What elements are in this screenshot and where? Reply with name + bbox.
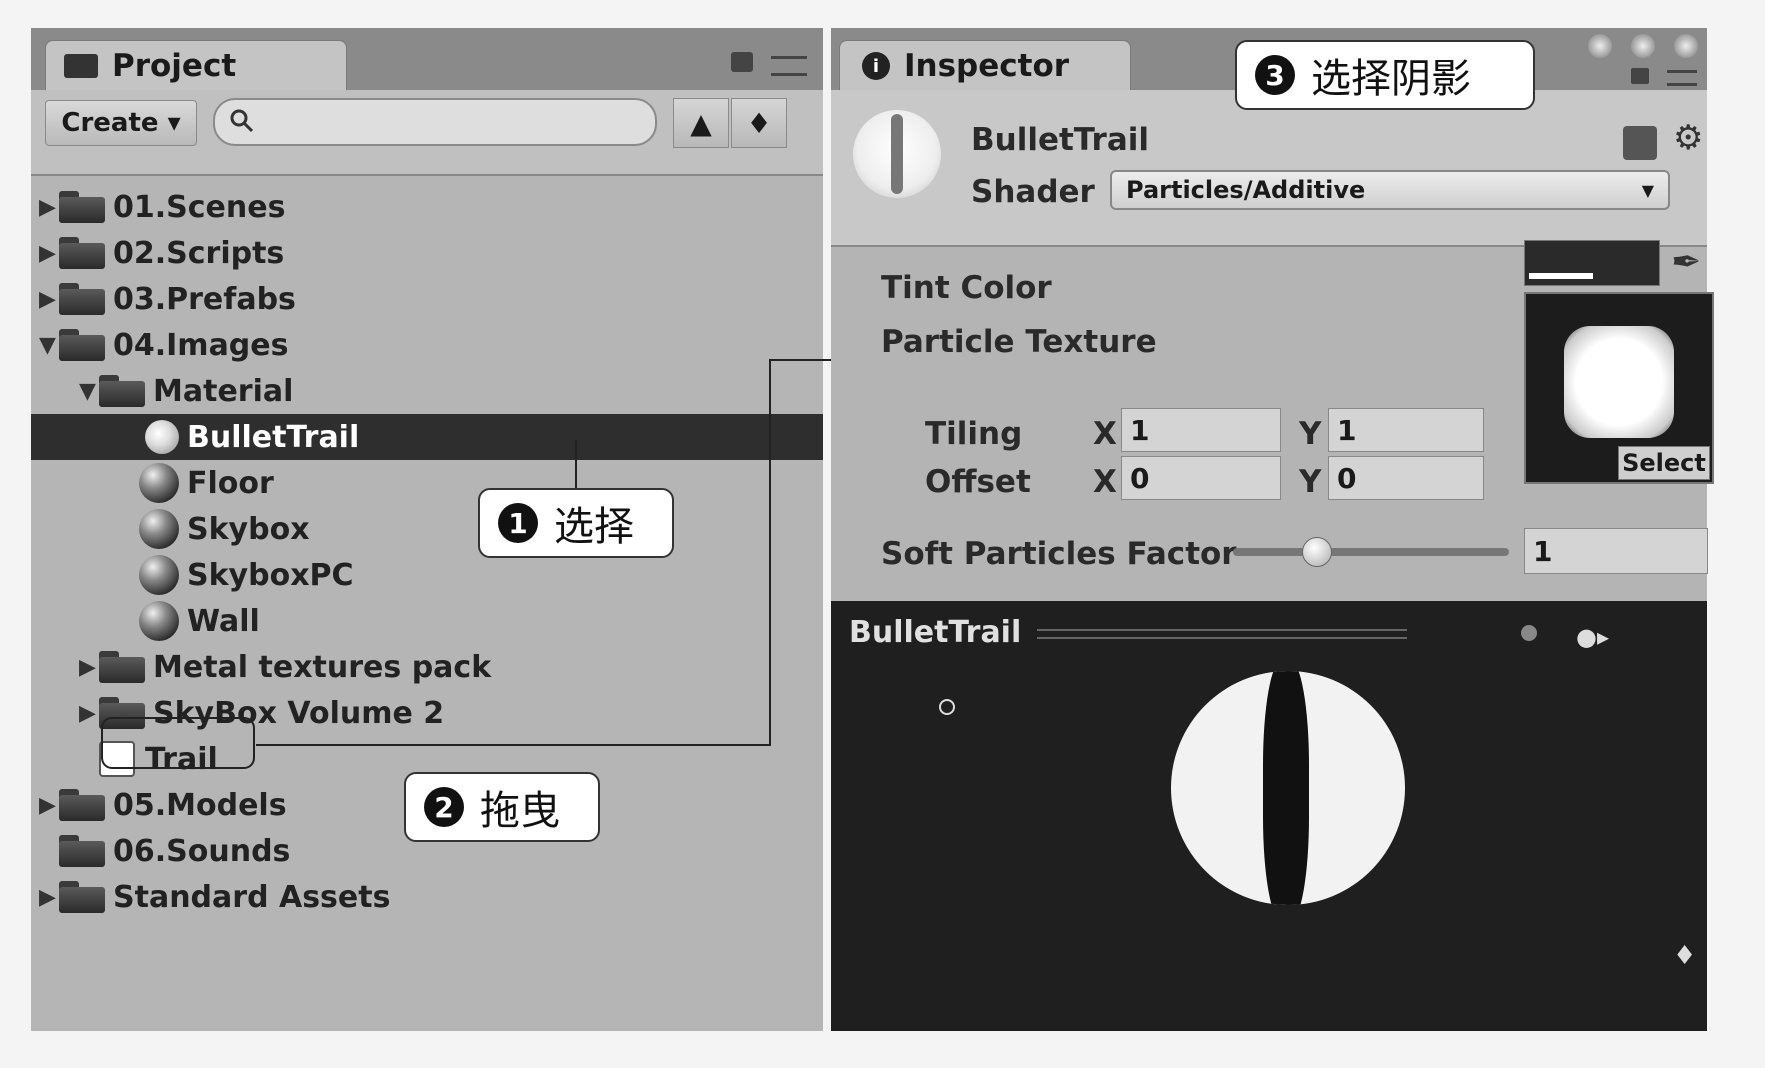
shader-label: Shader [971,174,1095,210]
preview-light-icon[interactable]: ●▸ [1576,623,1609,651]
preview-sphere-icon[interactable] [1521,625,1537,641]
help-book-icon[interactable] [1623,126,1657,160]
tiling-x-input[interactable]: 1 [1121,408,1281,452]
window-button-icon[interactable] [1631,34,1655,58]
tint-color-label: Tint Color [881,270,1052,306]
step2-callout: 2 拖曳 [404,772,600,842]
eyedropper-icon[interactable]: ✒ [1671,242,1701,283]
material-preview-area: BulletTrail ●▸ ♦ [831,601,1707,1031]
offset-x-input[interactable]: 0 [1121,456,1281,500]
tiling-y-label: Y [1299,416,1322,452]
step3-text: 选择阴影 [1311,56,1471,102]
soft-particles-slider[interactable] [1233,537,1509,567]
step3-callout: 3 选择阴影 [1235,40,1535,110]
offset-y-label: Y [1299,464,1322,500]
soft-particles-label: Soft Particles Factor [881,536,1237,572]
lock-icon[interactable] [1631,68,1649,84]
offset-x-label: X [1093,464,1117,500]
tiling-y-input[interactable]: 1 [1328,408,1484,452]
material-name: BulletTrail [971,122,1149,158]
chevron-down-icon: ▼ [1641,180,1654,200]
tiling-label: Tiling [925,416,1023,452]
gear-icon[interactable]: ⚙ [1673,118,1703,158]
step1-number: 1 [498,503,538,543]
step2-number: 2 [424,787,464,827]
shader-dropdown[interactable]: Particles/Additive ▼ [1110,170,1670,210]
panel-menu-icon[interactable] [1667,70,1697,86]
particle-texture-slot[interactable]: Select [1524,292,1714,484]
offset-y-input[interactable]: 0 [1328,456,1484,500]
tab-inspector-label: Inspector [904,48,1070,84]
offset-label: Offset [925,464,1031,500]
window-button-icon[interactable] [1588,34,1612,58]
info-icon: i [862,52,890,80]
preview-sphere [1171,671,1405,905]
inspector-panel: i Inspector BulletTrail Shader Particles… [831,28,1714,1031]
slider-thumb[interactable] [1301,537,1332,567]
particle-texture-label: Particle Texture [881,324,1157,360]
shader-value: Particles/Additive [1126,176,1366,204]
tint-color-swatch[interactable] [1524,240,1660,286]
tag-icon[interactable]: ♦ [1673,941,1696,971]
tiling-x-label: X [1093,416,1117,452]
step2-text: 拖曳 [480,788,560,834]
point-marker-icon [939,699,955,715]
tab-inspector[interactable]: i Inspector [839,40,1131,91]
material-header: BulletTrail Shader Particles/Additive ▼ … [831,90,1707,247]
window-button-icon[interactable] [1674,34,1698,58]
soft-particles-input[interactable]: 1 [1524,528,1708,574]
material-preview-thumbnail [853,110,941,198]
preview-drag-bar[interactable] [1037,629,1407,639]
step1-callout: 1 选择 [478,488,674,558]
preview-title: BulletTrail [849,615,1022,650]
step1-text: 选择 [554,504,634,550]
step3-number: 3 [1255,55,1295,95]
texture-select-button[interactable]: Select [1618,446,1710,480]
